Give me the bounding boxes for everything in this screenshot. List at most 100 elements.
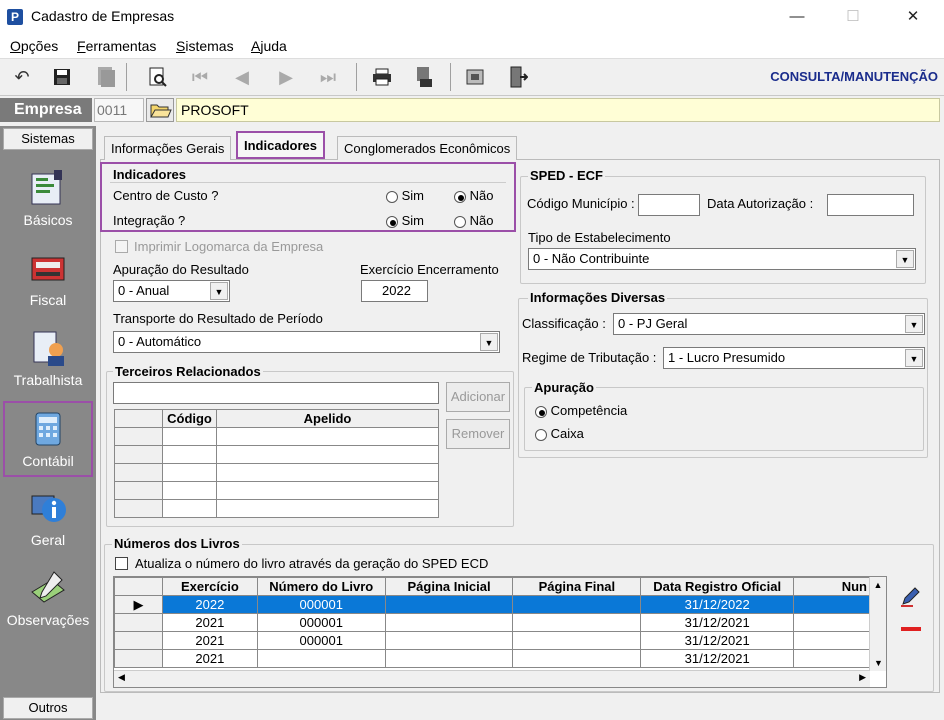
data-autorizacao-field[interactable] bbox=[827, 194, 914, 216]
apuracao-competencia[interactable]: Competência bbox=[535, 403, 627, 418]
table-row bbox=[114, 445, 439, 464]
table-row[interactable]: 2021 31/12/2021 bbox=[114, 649, 872, 668]
atualiza-livro-label: Atualiza o número do livro através da ge… bbox=[135, 556, 489, 571]
table-row[interactable]: 2021 000001 31/12/2021 bbox=[114, 613, 872, 632]
print-icon[interactable] bbox=[368, 63, 396, 91]
sidebar-item-fiscal[interactable]: Fiscal bbox=[3, 242, 93, 318]
undo-icon[interactable]: ↶ bbox=[8, 63, 36, 91]
sidebar-item-label: Geral bbox=[30, 532, 66, 548]
chevron-down-icon: ▼ bbox=[480, 333, 498, 351]
adicionar-button[interactable]: Adicionar bbox=[446, 382, 510, 412]
next-record-icon[interactable]: ▶ bbox=[272, 63, 300, 91]
menu-ferramentas[interactable]: Ferramentas bbox=[77, 38, 156, 54]
window-title: Cadastro de Empresas bbox=[31, 8, 175, 24]
last-record-icon[interactable]: ⏭ bbox=[314, 63, 342, 91]
exercicio-encerramento-label: Exercício Encerramento bbox=[360, 262, 499, 277]
report-icon[interactable] bbox=[410, 63, 438, 91]
trabalhista-icon bbox=[28, 328, 68, 368]
edit-pencil-icon[interactable] bbox=[899, 586, 921, 611]
imprimir-logomarca-label: Imprimir Logomarca da Empresa bbox=[134, 239, 324, 254]
exit-icon[interactable] bbox=[504, 63, 532, 91]
empresa-code-field[interactable]: 0011 bbox=[94, 98, 144, 122]
copy-icon[interactable] bbox=[92, 63, 120, 91]
folder-open-icon[interactable] bbox=[146, 98, 174, 122]
tab-informacoes-gerais[interactable]: Informações Gerais bbox=[104, 136, 232, 160]
table-row[interactable]: ▶ 2022 000001 31/12/2022 bbox=[114, 595, 872, 614]
sidebar-item-contabil[interactable]: Contábil bbox=[3, 401, 93, 477]
centro-custo-label: Centro de Custo ? bbox=[113, 188, 219, 203]
tab-indicadores[interactable]: Indicadores bbox=[236, 131, 325, 159]
radio-sim bbox=[386, 215, 398, 228]
apuracao-group bbox=[524, 387, 924, 451]
basicos-icon bbox=[28, 168, 68, 208]
preview-icon[interactable] bbox=[144, 63, 172, 91]
row-pointer-icon: ▶ bbox=[114, 595, 163, 614]
livros-title: Números dos Livros bbox=[112, 536, 242, 551]
regime-select[interactable]: 1 - Lucro Presumido ▼ bbox=[663, 347, 925, 369]
radio-caixa bbox=[535, 428, 547, 441]
empresa-label: Empresa bbox=[0, 98, 92, 122]
apuracao-caixa[interactable]: Caixa bbox=[535, 426, 584, 441]
radio-competencia bbox=[535, 405, 547, 418]
menu-ajuda[interactable]: Ajuda bbox=[251, 38, 287, 54]
prev-record-icon[interactable]: ◀ bbox=[228, 63, 256, 91]
integracao-sim[interactable]: Sim bbox=[386, 213, 424, 228]
centro-custo-sim[interactable]: Sim bbox=[386, 188, 424, 203]
sidebar-item-basicos[interactable]: Básicos bbox=[3, 162, 93, 238]
first-record-icon[interactable]: ⏮ bbox=[186, 63, 214, 91]
sidebar-item-trabalhista[interactable]: Trabalhista bbox=[3, 322, 93, 398]
apuracao-title: Apuração bbox=[532, 380, 596, 395]
table-row bbox=[114, 463, 439, 482]
mode-label: CONSULTA/MANUTENÇÃO bbox=[770, 69, 938, 84]
minimize-button[interactable]: — bbox=[774, 4, 820, 30]
imprimir-logomarca-checkbox[interactable] bbox=[115, 240, 128, 253]
sidebar-header[interactable]: Sistemas bbox=[3, 128, 93, 150]
table-row[interactable]: 2021 000001 31/12/2021 bbox=[114, 631, 872, 650]
chevron-down-icon: ▼ bbox=[210, 282, 228, 300]
integracao-label: Integração ? bbox=[113, 213, 186, 228]
info-diversas-title: Informações Diversas bbox=[528, 290, 668, 305]
terceiros-table: Código Apelido bbox=[114, 409, 439, 518]
remove-minus-icon[interactable] bbox=[901, 620, 921, 635]
integracao-nao[interactable]: Não bbox=[454, 213, 493, 228]
geral-icon bbox=[28, 488, 68, 528]
contabil-icon bbox=[28, 409, 68, 449]
chevron-down-icon: ▼ bbox=[905, 315, 923, 333]
livros-vscroll[interactable]: ▲ ▼ bbox=[869, 577, 886, 671]
tipo-estabelecimento-select[interactable]: 0 - Não Contribuinte ▼ bbox=[528, 248, 916, 270]
sidebar-footer[interactable]: Outros bbox=[3, 697, 93, 719]
livros-hscroll[interactable]: ◀ ▶ bbox=[114, 670, 870, 687]
table-row bbox=[114, 499, 439, 518]
radio-nao bbox=[454, 215, 466, 228]
tools-icon[interactable] bbox=[462, 63, 490, 91]
sidebar-item-observacoes[interactable]: Observações bbox=[3, 562, 93, 638]
atualiza-livro-checkbox[interactable] bbox=[115, 557, 128, 570]
menu-opcoes[interactable]: Opções bbox=[10, 38, 58, 54]
empresa-name-field[interactable]: PROSOFT bbox=[176, 98, 940, 122]
maximize-button[interactable]: ☐ bbox=[830, 4, 876, 30]
sped-ecf-title: SPED - ECF bbox=[528, 168, 605, 183]
tab-conglomerados[interactable]: Conglomerados Econômicos bbox=[337, 136, 518, 160]
menu-sistemas[interactable]: Sistemas bbox=[176, 38, 234, 54]
terceiros-search-input[interactable] bbox=[113, 382, 439, 404]
transporte-resultado-select[interactable]: 0 - Automático ▼ bbox=[113, 331, 500, 353]
table-row bbox=[114, 427, 439, 446]
codigo-municipio-label: Código Município : bbox=[527, 196, 635, 211]
transporte-resultado-label: Transporte do Resultado de Período bbox=[113, 311, 323, 326]
centro-custo-nao[interactable]: Não bbox=[454, 188, 493, 203]
save-icon[interactable] bbox=[48, 63, 76, 91]
sidebar-item-geral[interactable]: Geral bbox=[3, 482, 93, 558]
regime-label: Regime de Tributação : bbox=[522, 350, 657, 365]
close-button[interactable]: ✕ bbox=[890, 4, 936, 30]
chevron-down-icon: ▼ bbox=[905, 349, 923, 367]
exercicio-encerramento-field[interactable]: 2022 bbox=[361, 280, 428, 302]
app-icon: P bbox=[7, 9, 23, 25]
apuracao-resultado-select[interactable]: 0 - Anual ▼ bbox=[113, 280, 230, 302]
codigo-municipio-field[interactable] bbox=[638, 194, 700, 216]
tipo-estabelecimento-label: Tipo de Estabelecimento bbox=[528, 230, 671, 245]
remover-button[interactable]: Remover bbox=[446, 419, 510, 449]
livros-table: Exercício Número do Livro Página Inicial… bbox=[113, 576, 887, 688]
sidebar-item-label: Básicos bbox=[23, 212, 73, 228]
observacoes-icon bbox=[28, 568, 68, 608]
classificacao-select[interactable]: 0 - PJ Geral ▼ bbox=[613, 313, 925, 335]
